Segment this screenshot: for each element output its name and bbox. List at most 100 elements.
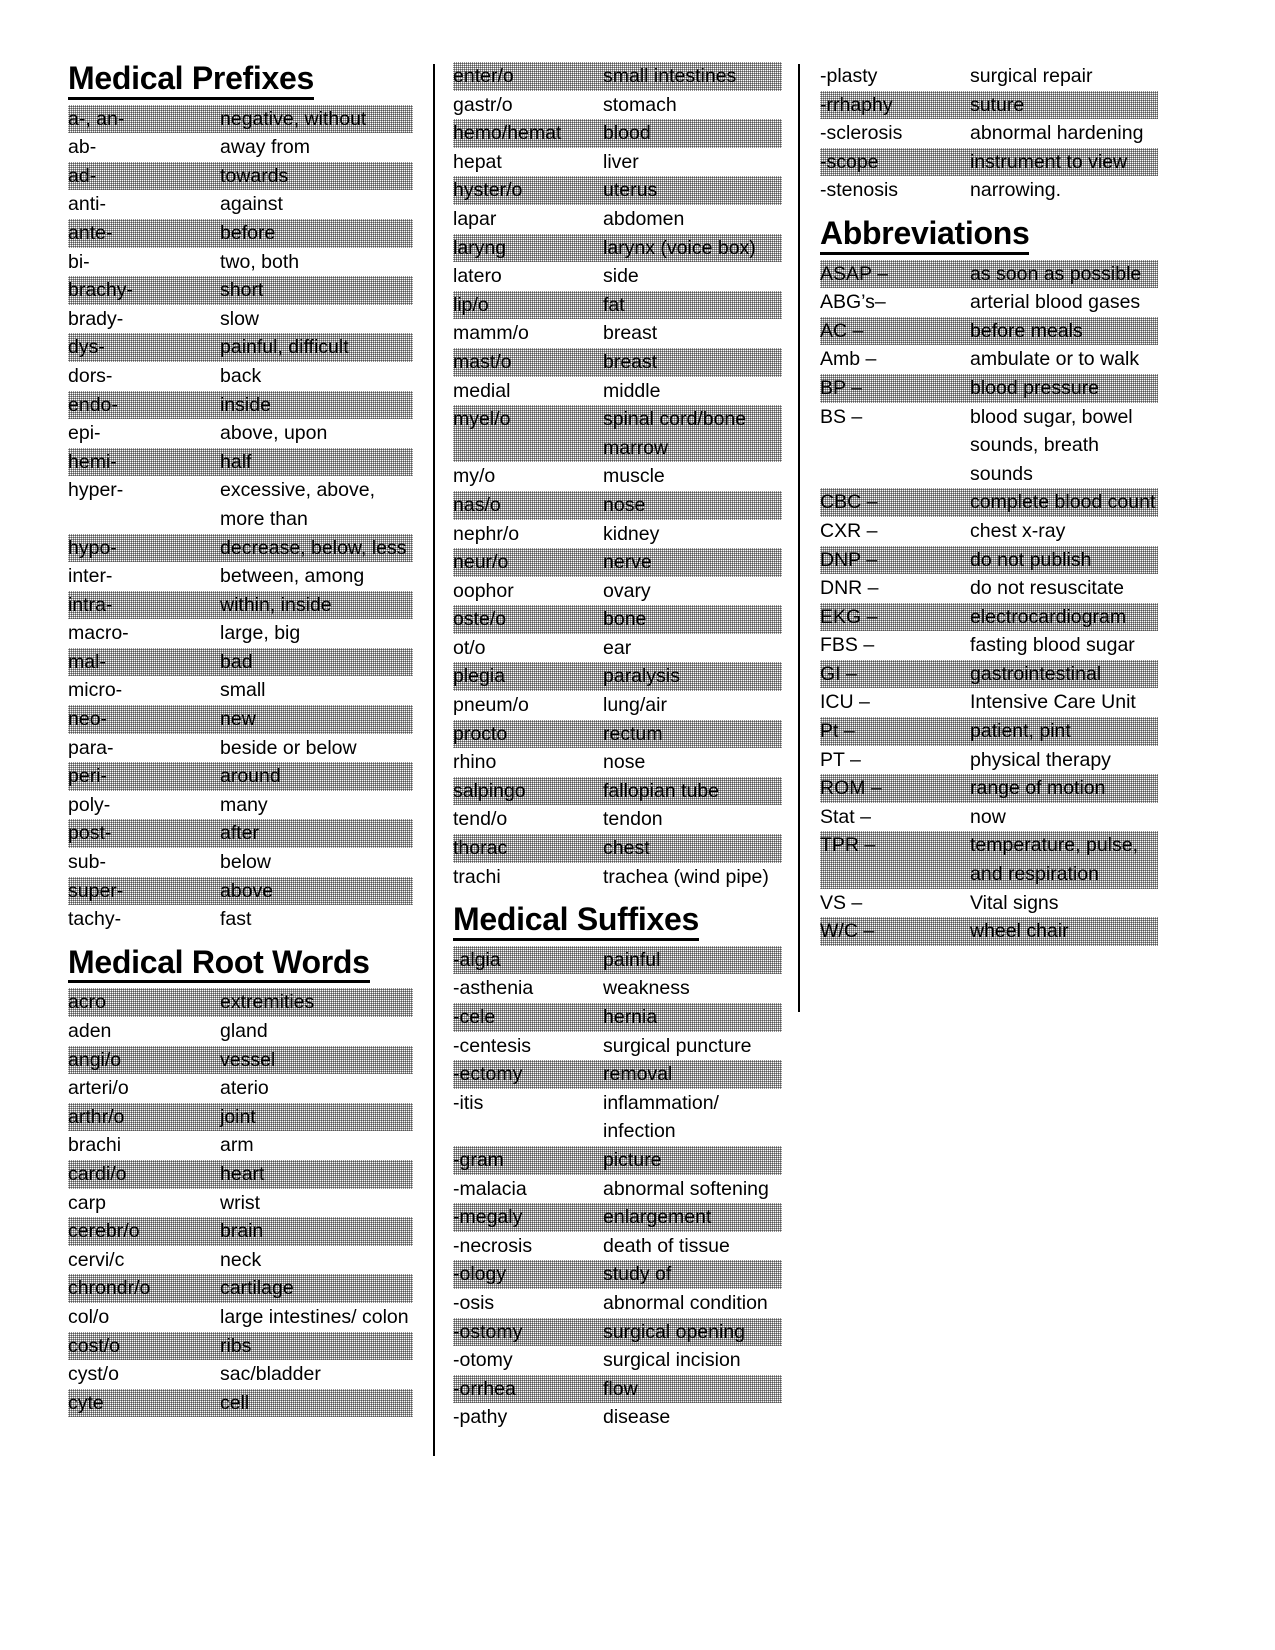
- definition-cell: large, big: [220, 622, 301, 645]
- table-row: -sclerosis abnormal hardening: [820, 119, 1158, 148]
- table-row: inter-between, among: [68, 562, 413, 591]
- term-cell: medial: [453, 379, 511, 402]
- definition-cell: death of tissue: [603, 1234, 730, 1257]
- table-row: thorac chest: [453, 834, 782, 863]
- term-cell: W/C –: [820, 917, 970, 946]
- table-row: -megaly enlargement: [453, 1203, 782, 1232]
- definition-cell: larynx (voice box): [603, 233, 782, 263]
- term-cell: a-, an-: [68, 104, 220, 134]
- term-cell: hypo-: [68, 533, 220, 563]
- term-cell: -algia: [453, 945, 603, 975]
- term-cell: cerebr/o: [68, 1217, 220, 1246]
- term-cell: DNP –: [820, 545, 970, 575]
- term-cell: myel/o: [453, 405, 603, 463]
- table-row: hemo/hemat blood: [453, 119, 782, 148]
- table-row: aden gland: [68, 1017, 413, 1046]
- definition-cell: inflammation/ infection: [603, 1091, 719, 1143]
- term-cell: poly-: [68, 793, 111, 816]
- definition-cell: sac/bladder: [220, 1363, 321, 1386]
- term-cell: FBS –: [820, 634, 875, 657]
- section-heading-medical-prefixes: Medical Prefixes: [68, 61, 413, 103]
- term-cell: laryng: [453, 233, 603, 263]
- term-cell: -cele: [453, 1003, 603, 1032]
- definition-cell: kidney: [603, 522, 660, 545]
- table-row: Pt – patient, pint: [820, 717, 1158, 746]
- definition-cell: range of motion: [970, 774, 1158, 803]
- term-cell: angi/o: [68, 1045, 220, 1075]
- table-row: latero side: [453, 262, 782, 291]
- term-cell: brachi: [68, 1134, 122, 1157]
- term-cell: inter-: [68, 565, 113, 588]
- definition-cell: ear: [603, 636, 632, 659]
- term-cell: neo-: [68, 705, 220, 734]
- term-cell: ASAP –: [820, 259, 970, 289]
- table-row: BP – blood pressure: [820, 373, 1158, 403]
- table-row: procto rectum: [453, 719, 782, 749]
- definition-cell: nose: [603, 490, 782, 520]
- definition-cell: electrocardiogram: [970, 602, 1158, 632]
- definition-cell: small: [220, 679, 266, 702]
- definition-cell: before: [220, 218, 413, 248]
- term-cell: post-: [68, 819, 220, 849]
- term-cell: tend/o: [453, 808, 508, 831]
- table-row: brachy-short: [68, 276, 413, 305]
- definition-cell: vessel: [220, 1045, 413, 1075]
- table-row: Stat – now: [820, 803, 1158, 832]
- table-row: rhino nose: [453, 748, 782, 777]
- definition-cell: between, among: [220, 565, 365, 588]
- term-cell: peri-: [68, 762, 220, 791]
- suffixes-table-right: -plasty surgical repair -rrhaphy suture -scl…: [820, 62, 1158, 205]
- definition-cell: aterio: [220, 1077, 269, 1100]
- definition-cell: lung/air: [603, 694, 667, 717]
- definition-cell: physical therapy: [970, 748, 1111, 771]
- term-cell: thorac: [453, 834, 603, 863]
- table-row: macro-large, big: [68, 619, 413, 648]
- table-row: plegia paralysis: [453, 662, 782, 692]
- table-row: ROM – range of motion: [820, 774, 1158, 803]
- term-cell: ot/o: [453, 636, 486, 659]
- definition-cell: hernia: [603, 1003, 782, 1032]
- term-cell: hyster/o: [453, 176, 603, 205]
- table-row: -malacia abnormal softening: [453, 1175, 782, 1204]
- table-row: sub-below: [68, 848, 413, 877]
- definition-cell: nose: [603, 751, 646, 774]
- table-row: VS – Vital signs: [820, 889, 1158, 918]
- table-row: oophor ovary: [453, 577, 782, 606]
- definition-cell: fast: [220, 908, 252, 931]
- table-row: -algia painful: [453, 945, 782, 975]
- term-cell: lapar: [453, 207, 497, 230]
- table-row: enter/o small intestines: [453, 62, 782, 91]
- term-cell: -pathy: [453, 1406, 508, 1429]
- section-heading-abbreviations: Abbreviations: [820, 216, 1158, 258]
- definition-cell: bone: [603, 605, 782, 634]
- table-row: PT – physical therapy: [820, 746, 1158, 775]
- table-row: -ostomy surgical opening: [453, 1317, 782, 1347]
- section-heading-medical-root-words: Medical Root Words: [68, 945, 413, 987]
- definition-cell: breast: [603, 322, 658, 345]
- definition-cell: instrument to view: [970, 147, 1158, 177]
- term-cell: TPR –: [820, 831, 970, 889]
- table-row: hepat liver: [453, 148, 782, 177]
- definition-cell: removal: [603, 1060, 782, 1089]
- term-cell: -malacia: [453, 1177, 527, 1200]
- term-cell: ante-: [68, 218, 220, 248]
- table-row: hyster/o uterus: [453, 176, 782, 205]
- term-cell: brachy-: [68, 276, 220, 305]
- table-row: -orrhea flow: [453, 1374, 782, 1404]
- definition-cell: cartilage: [220, 1274, 413, 1303]
- term-cell: ABG’s–: [820, 291, 886, 314]
- term-cell: BS –: [820, 405, 863, 428]
- definition-cell: stomach: [603, 93, 677, 116]
- term-cell: -ectomy: [453, 1060, 603, 1089]
- definition-cell: tendon: [603, 808, 663, 831]
- term-cell: Stat –: [820, 805, 871, 828]
- term-cell: cardi/o: [68, 1159, 220, 1189]
- term-cell: micro-: [68, 679, 123, 702]
- definition-cell: narrowing.: [970, 179, 1062, 202]
- term-cell: chrondr/o: [68, 1274, 220, 1303]
- term-cell: ROM –: [820, 774, 970, 803]
- definition-cell: paralysis: [603, 662, 782, 692]
- definition-cell: do not publish: [970, 545, 1158, 575]
- definition-cell: extremities: [220, 988, 413, 1017]
- term-cell: neur/o: [453, 548, 603, 577]
